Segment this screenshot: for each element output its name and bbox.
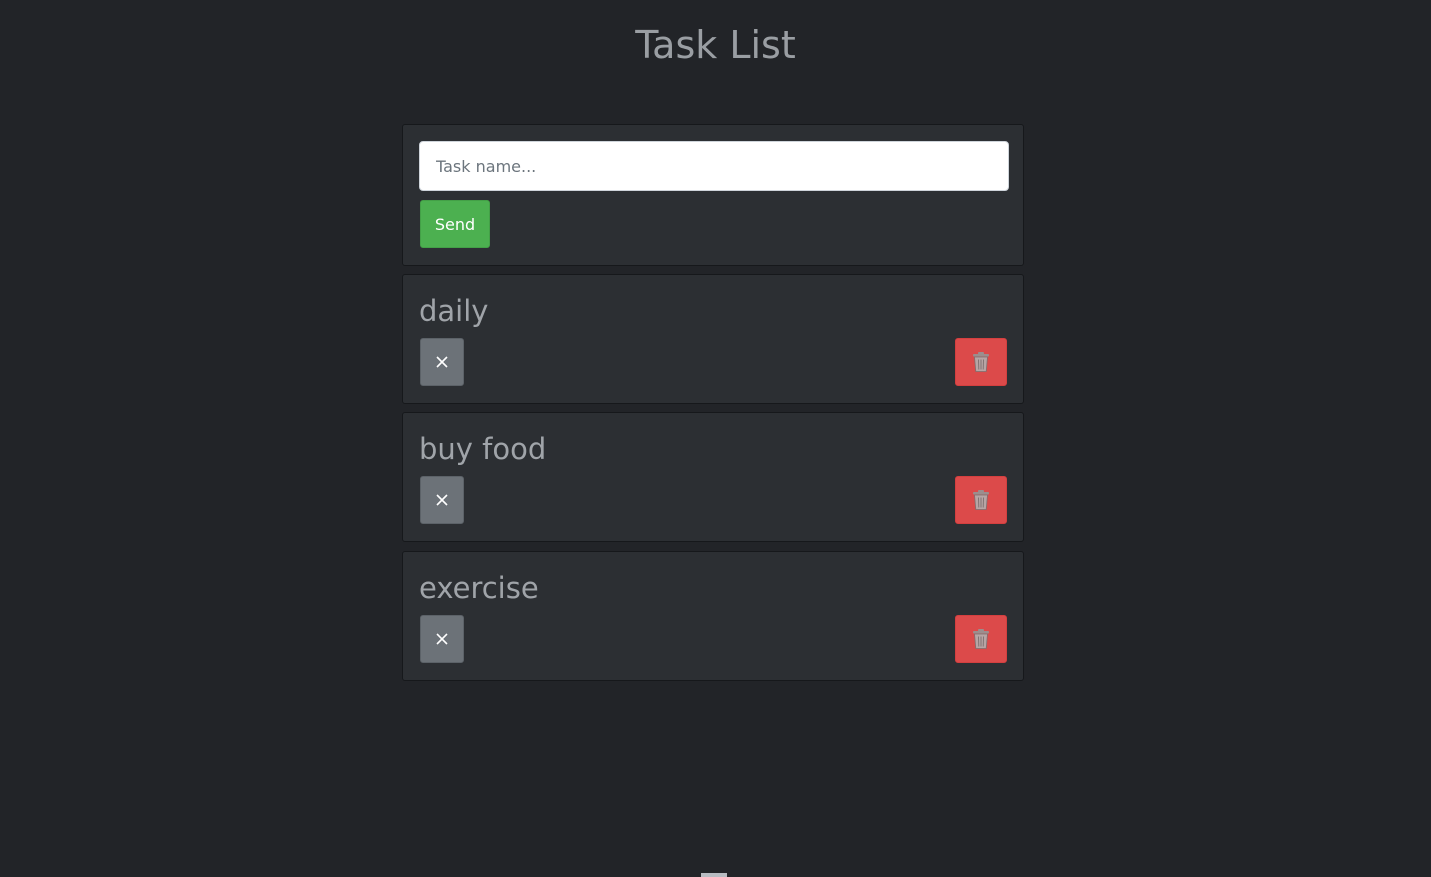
trash-icon	[971, 351, 991, 373]
task-card: daily	[402, 274, 1024, 404]
scroll-indicator	[701, 873, 727, 877]
new-task-form: Send	[402, 124, 1024, 266]
send-button[interactable]: Send	[420, 200, 490, 248]
task-card: exercise	[402, 551, 1024, 681]
trash-icon	[971, 628, 991, 650]
close-icon	[435, 493, 449, 507]
task-name: buy food	[419, 432, 547, 466]
task-name: daily	[419, 294, 489, 328]
trash-icon	[971, 489, 991, 511]
delete-task-button[interactable]	[955, 338, 1007, 386]
task-name-input[interactable]	[419, 141, 1009, 191]
task-card: buy food	[402, 412, 1024, 542]
mark-done-button[interactable]	[420, 476, 464, 524]
close-icon	[435, 355, 449, 369]
delete-task-button[interactable]	[955, 476, 1007, 524]
task-name: exercise	[419, 571, 539, 605]
close-icon	[435, 632, 449, 646]
mark-done-button[interactable]	[420, 615, 464, 663]
mark-done-button[interactable]	[420, 338, 464, 386]
page-title: Task List	[635, 23, 796, 67]
delete-task-button[interactable]	[955, 615, 1007, 663]
page: Task List Send daily buy food	[0, 0, 1431, 877]
